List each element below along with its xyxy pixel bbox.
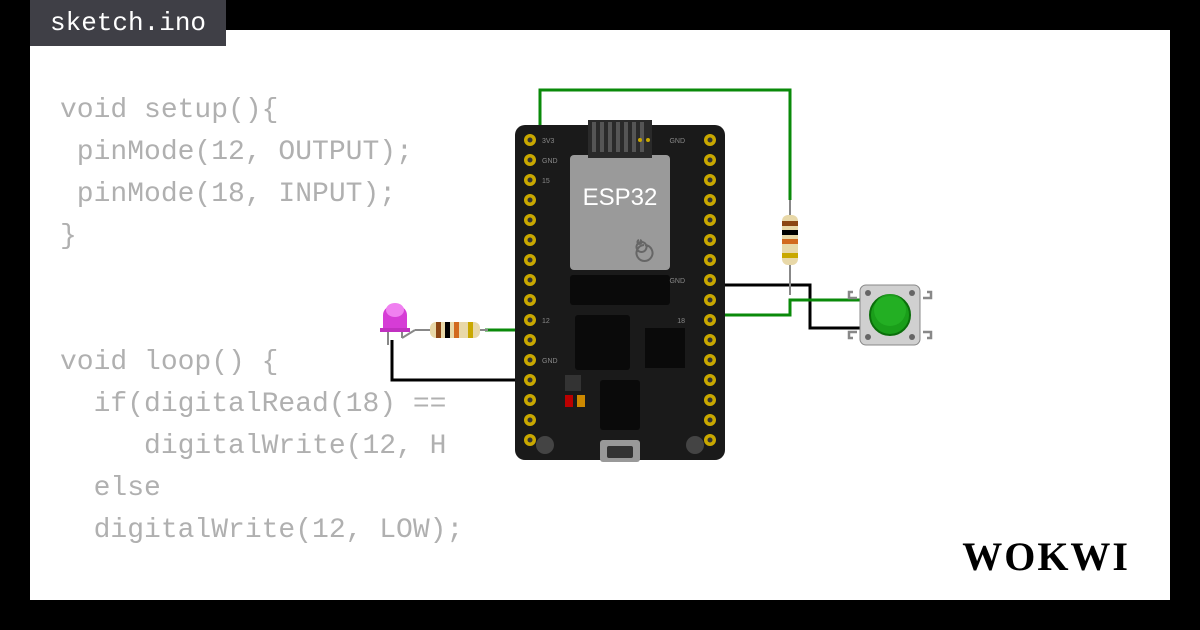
main-canvas: sketch.ino void setup(){ pinMode(12, OUT… xyxy=(30,30,1170,600)
resistor-right[interactable] xyxy=(782,200,798,295)
code-line: pinMode(12, OUTPUT); xyxy=(60,137,413,168)
led-component[interactable] xyxy=(380,303,415,345)
svg-text:3V3: 3V3 xyxy=(542,138,555,145)
board-label: ESP32 xyxy=(583,184,658,211)
svg-text:GND: GND xyxy=(669,138,685,145)
code-line: void loop() { xyxy=(60,347,278,378)
code-line: } xyxy=(60,221,77,252)
code-line: void setup(){ xyxy=(60,95,278,126)
svg-text:18: 18 xyxy=(677,318,685,325)
svg-text:GND: GND xyxy=(542,358,558,365)
svg-text:12: 12 xyxy=(542,318,550,325)
wire-ground-button xyxy=(715,285,860,328)
code-line: digitalWrite(12, LOW); xyxy=(60,515,463,546)
code-line: pinMode(18, INPUT); xyxy=(60,179,396,210)
svg-text:GND: GND xyxy=(542,158,558,165)
push-button[interactable] xyxy=(849,285,931,345)
resistor-left[interactable] xyxy=(415,322,488,338)
wokwi-logo: WOKWI xyxy=(962,533,1130,580)
svg-text:15: 15 xyxy=(542,178,550,185)
wire-ground-led xyxy=(392,340,520,380)
file-tab[interactable]: sketch.ino xyxy=(30,0,226,46)
circuit-diagram[interactable]: ESP32 xyxy=(370,70,1070,510)
wire-pin18 xyxy=(715,300,860,315)
code-line: else xyxy=(60,473,161,504)
esp32-board[interactable]: ESP32 xyxy=(515,120,725,462)
svg-text:GND: GND xyxy=(669,278,685,285)
